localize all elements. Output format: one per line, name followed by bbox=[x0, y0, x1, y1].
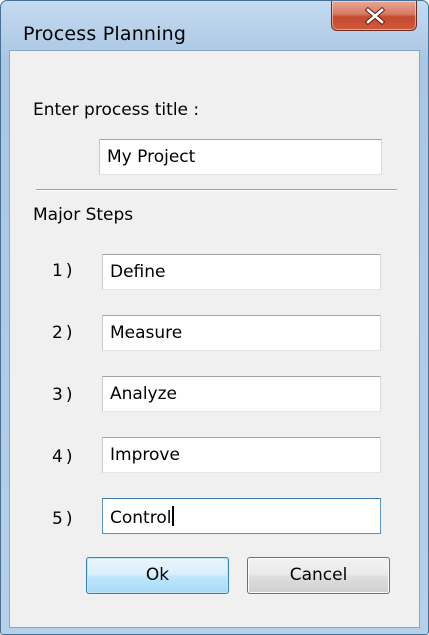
title-bar[interactable]: Process Planning bbox=[1, 1, 428, 51]
step-2-input[interactable]: Measure bbox=[102, 315, 381, 351]
dialog-client-area: Enter process title : My Project Major S… bbox=[9, 50, 420, 628]
dialog-window: Process Planning Enter process title : M… bbox=[0, 0, 429, 635]
cancel-button[interactable]: Cancel bbox=[247, 557, 390, 594]
step-5-number: 5) bbox=[52, 509, 76, 529]
step-1-number: 1) bbox=[52, 261, 76, 281]
step-3-number: 3) bbox=[52, 385, 76, 405]
ok-button[interactable]: Ok bbox=[86, 557, 229, 594]
step-5-input-text: Control bbox=[110, 508, 172, 528]
text-caret bbox=[172, 506, 175, 526]
step-5-input[interactable]: Control bbox=[102, 498, 381, 534]
process-title-input[interactable]: My Project bbox=[99, 139, 382, 175]
close-x-icon bbox=[364, 7, 386, 25]
close-button[interactable] bbox=[331, 1, 417, 31]
step-2-number: 2) bbox=[52, 323, 76, 343]
step-3-input[interactable]: Analyze bbox=[102, 376, 381, 412]
process-title-label: Enter process title : bbox=[33, 100, 200, 120]
step-1-input[interactable]: Define bbox=[102, 254, 381, 290]
step-4-input[interactable]: Improve bbox=[102, 437, 381, 473]
separator bbox=[36, 189, 397, 191]
major-steps-heading: Major Steps bbox=[33, 205, 134, 225]
step-4-number: 4) bbox=[52, 447, 76, 467]
window-title: Process Planning bbox=[23, 23, 187, 45]
